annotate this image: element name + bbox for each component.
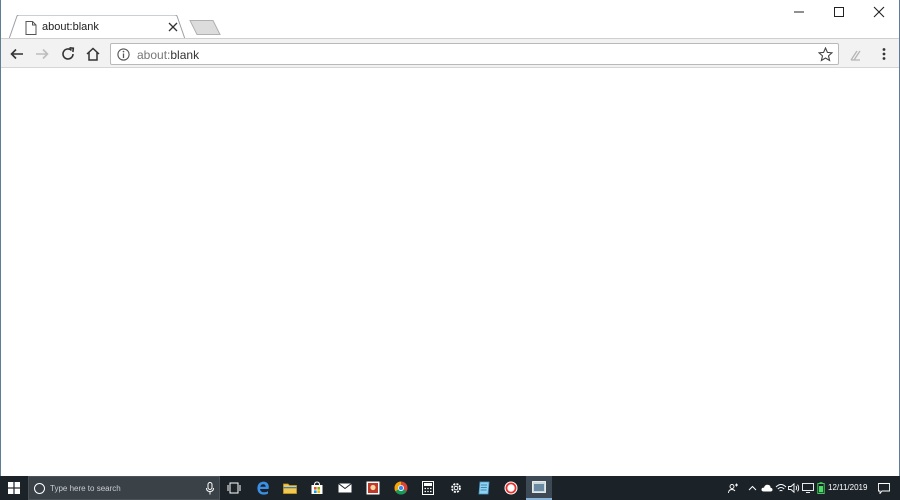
tray-notifications[interactable] xyxy=(876,476,892,500)
home-icon xyxy=(86,47,100,61)
taskbar-app-store[interactable] xyxy=(305,476,329,500)
kebab-menu-icon xyxy=(882,48,886,60)
taskbar-search-box[interactable]: Type here to search xyxy=(28,476,220,500)
minimize-button[interactable] xyxy=(778,0,820,24)
edge-icon xyxy=(257,481,269,495)
active-app-icon xyxy=(532,481,546,493)
arrow-right-icon xyxy=(36,48,49,60)
browser-window: about:blank about:blank xyxy=(0,0,900,476)
tray-date[interactable]: 12/11/2019 xyxy=(828,476,867,500)
close-icon xyxy=(873,6,885,18)
battery-icon xyxy=(817,482,825,494)
tab-title: about:blank xyxy=(42,21,99,33)
taskbar-app-settings[interactable] xyxy=(444,476,468,500)
photo-app-icon xyxy=(366,481,380,495)
chevron-up-icon xyxy=(748,485,756,491)
taskbar-app-mail[interactable] xyxy=(333,476,357,500)
taskbar: Type here to search 12/11/2019 xyxy=(0,476,900,500)
address-bar-url: about:blank xyxy=(137,48,199,62)
maximize-icon xyxy=(834,7,844,17)
search-placeholder: Type here to search xyxy=(50,484,121,493)
tab-about-blank[interactable]: about:blank xyxy=(9,15,185,39)
taskbar-app-edge[interactable] xyxy=(250,476,276,500)
close-window-button[interactable] xyxy=(858,0,900,24)
volume-icon xyxy=(788,483,800,493)
start-button[interactable] xyxy=(0,476,28,500)
mail-icon xyxy=(338,483,352,493)
people-icon xyxy=(727,483,738,493)
url-scheme: about: xyxy=(137,48,171,62)
microphone-icon[interactable] xyxy=(205,482,215,495)
settings-icon xyxy=(451,483,461,493)
tray-network[interactable] xyxy=(774,476,788,500)
page-content[interactable] xyxy=(1,69,899,476)
task-view-button[interactable] xyxy=(222,476,246,500)
tray-expand[interactable] xyxy=(745,476,759,500)
taskbar-app-chrome[interactable] xyxy=(389,476,413,500)
taskbar-app-file-explorer[interactable] xyxy=(278,476,302,500)
notepad-icon xyxy=(478,481,490,495)
tray-people[interactable] xyxy=(726,476,740,500)
url-rest: blank xyxy=(170,48,200,62)
tray-display[interactable] xyxy=(801,476,815,500)
star-icon[interactable] xyxy=(818,47,833,62)
maximize-button[interactable] xyxy=(818,0,860,24)
forward-button[interactable] xyxy=(31,43,53,65)
file-explorer-icon xyxy=(283,483,297,494)
taskbar-app-notepad[interactable] xyxy=(472,476,496,500)
tab-close-icon[interactable] xyxy=(167,21,179,33)
chrome-icon xyxy=(394,481,408,495)
taskbar-app-opera[interactable] xyxy=(499,476,523,500)
opera-icon xyxy=(504,481,518,495)
taskbar-app-active[interactable] xyxy=(526,476,552,500)
reload-button[interactable] xyxy=(57,43,79,65)
windows-icon xyxy=(8,482,20,494)
notification-icon xyxy=(878,482,890,494)
display-icon xyxy=(802,483,814,493)
back-button[interactable] xyxy=(6,43,28,65)
tab-strip: about:blank xyxy=(1,0,900,39)
new-tab-icon[interactable] xyxy=(189,20,221,35)
task-view-icon xyxy=(227,482,241,494)
store-icon xyxy=(311,481,323,494)
cortana-icon xyxy=(34,483,45,494)
tray-cloud[interactable] xyxy=(760,476,774,500)
extension-button[interactable] xyxy=(845,43,867,65)
taskbar-app-calculator[interactable] xyxy=(416,476,440,500)
browser-toolbar: about:blank xyxy=(1,38,899,68)
taskbar-app-photo[interactable] xyxy=(361,476,385,500)
info-icon[interactable] xyxy=(117,48,130,61)
arrow-left-icon xyxy=(10,48,23,60)
cloud-icon xyxy=(761,484,773,492)
page-icon xyxy=(25,21,37,35)
tray-battery[interactable] xyxy=(815,476,827,500)
network-icon xyxy=(775,484,787,492)
tray-volume[interactable] xyxy=(787,476,801,500)
reload-icon xyxy=(62,47,75,60)
address-bar[interactable]: about:blank xyxy=(110,43,839,65)
calculator-icon xyxy=(422,481,434,495)
menu-button[interactable] xyxy=(873,43,895,65)
extension-icon xyxy=(850,50,861,61)
home-button[interactable] xyxy=(82,43,104,65)
minimize-icon xyxy=(794,11,804,13)
